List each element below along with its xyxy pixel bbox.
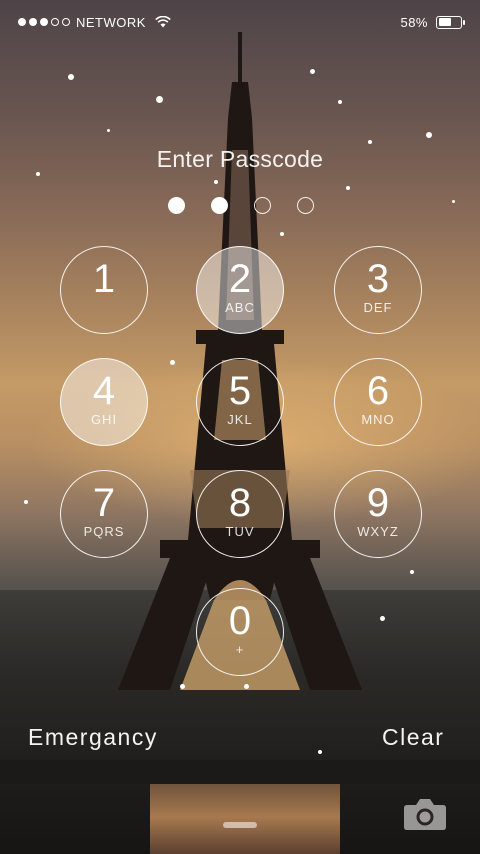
signal-dot xyxy=(62,18,70,26)
sparkle xyxy=(280,232,284,236)
camera-icon[interactable] xyxy=(403,797,447,831)
key-digit: 5 xyxy=(228,369,252,413)
key-5[interactable]: 5 JKL xyxy=(196,358,284,446)
signal-dot xyxy=(51,18,59,26)
wifi-icon xyxy=(155,16,171,28)
key-letters: MNO xyxy=(361,412,395,427)
signal-dot xyxy=(18,18,26,26)
sparkle xyxy=(68,74,74,80)
key-letters: JKL xyxy=(227,412,253,427)
sparkle xyxy=(368,140,372,144)
key-letters: TUV xyxy=(225,524,255,539)
signal-indicator: NETWORK xyxy=(18,15,171,30)
key-2[interactable]: 2 ABC xyxy=(196,246,284,334)
sparkle xyxy=(310,69,315,74)
key-7[interactable]: 7 PQRS xyxy=(60,470,148,558)
key-letters: DEF xyxy=(363,300,393,315)
carrier-name: NETWORK xyxy=(76,14,146,30)
key-letters: + xyxy=(235,642,245,657)
key-digit: 9 xyxy=(366,481,390,525)
sparkle xyxy=(107,129,110,132)
key-digit: 6 xyxy=(366,369,390,413)
sparkle xyxy=(244,684,249,689)
status-bar: NETWORK 58% xyxy=(18,12,465,32)
signal-dot xyxy=(40,18,48,26)
sparkle xyxy=(180,684,185,689)
key-digit: 2 xyxy=(228,257,252,301)
home-indicator[interactable] xyxy=(223,822,257,828)
key-6[interactable]: 6 MNO xyxy=(334,358,422,446)
key-letters: WXYZ xyxy=(357,524,399,539)
key-digit: 7 xyxy=(92,481,116,525)
key-digit: 3 xyxy=(366,257,390,301)
sparkle xyxy=(338,100,342,104)
sparkle xyxy=(170,360,175,365)
status-right: 58% xyxy=(400,14,465,30)
key-9[interactable]: 9 WXYZ xyxy=(334,470,422,558)
key-4[interactable]: 4 GHI xyxy=(60,358,148,446)
sparkle xyxy=(214,180,218,184)
key-digit: 0 xyxy=(228,599,252,643)
key-letters: PQRS xyxy=(83,524,125,539)
key-8[interactable]: 8 TUV xyxy=(196,470,284,558)
passcode-dot xyxy=(297,197,314,214)
key-letters: GHI xyxy=(90,412,118,427)
enter-passcode-title: Enter Passcode xyxy=(156,146,324,172)
emergency-button[interactable]: Emergancy xyxy=(28,724,158,751)
passcode-dot xyxy=(168,197,185,214)
passcode-dot xyxy=(211,197,228,214)
passcode-dots xyxy=(168,197,314,214)
key-letters: ABC xyxy=(225,300,255,315)
sparkle xyxy=(346,186,350,190)
clear-button[interactable]: Clear xyxy=(382,724,444,751)
key-digit: 4 xyxy=(92,369,116,413)
key-3[interactable]: 3 DEF xyxy=(334,246,422,334)
sparkle xyxy=(452,200,455,203)
sparkle xyxy=(24,500,28,504)
key-digit: 8 xyxy=(228,481,252,525)
sparkle xyxy=(380,616,385,621)
sparkle xyxy=(410,570,414,574)
key-digit: 1 xyxy=(92,257,116,301)
sparkle xyxy=(156,96,163,103)
sparkle xyxy=(426,132,432,138)
passcode-dot xyxy=(254,197,271,214)
sparkle xyxy=(318,750,322,754)
battery-icon xyxy=(436,15,465,29)
battery-fill xyxy=(438,18,451,26)
key-0[interactable]: 0 + xyxy=(196,588,284,676)
signal-dot xyxy=(29,18,37,26)
battery-percent: 58% xyxy=(400,14,428,30)
key-1[interactable]: 1 xyxy=(60,246,148,334)
